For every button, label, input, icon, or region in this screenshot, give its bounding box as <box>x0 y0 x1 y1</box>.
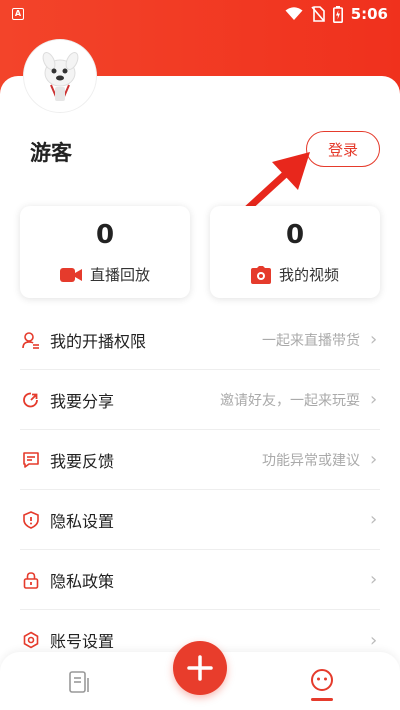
menu-hint: 一起来直播带货 <box>262 332 360 349</box>
replay-count: 0 <box>95 220 115 250</box>
user-permission-icon <box>20 329 42 351</box>
lock-icon <box>20 569 42 591</box>
my-videos-stat[interactable]: 0 我的视频 <box>210 206 380 298</box>
chevron-right-icon: › <box>370 389 378 410</box>
menu-item-feedback[interactable]: 我要反馈 功能异常或建议 › <box>20 430 380 490</box>
chevron-right-icon: › <box>370 329 378 350</box>
settings-menu: 我的开播权限 一起来直播带货 › 我要分享 邀请好友，一起来玩耍 › 我要反馈 … <box>20 310 380 670</box>
username: 游客 <box>30 141 72 165</box>
avatar[interactable] <box>24 40 96 112</box>
tab-profile[interactable] <box>309 668 335 701</box>
feedback-icon <box>20 449 42 471</box>
app-notification-icon: A <box>12 8 24 20</box>
tab-content[interactable] <box>68 670 92 698</box>
battery-icon <box>332 5 343 23</box>
video-camera-icon <box>59 267 82 282</box>
menu-label: 隐私设置 <box>50 511 115 531</box>
shield-icon <box>20 509 42 531</box>
menu-label: 我要反馈 <box>50 451 115 471</box>
active-tab-indicator <box>311 698 333 701</box>
menu-label: 隐私政策 <box>50 571 115 591</box>
plus-icon <box>187 655 213 681</box>
status-bar: A 5:06 <box>0 0 400 30</box>
create-button[interactable] <box>173 641 227 695</box>
replay-label: 直播回放 <box>89 266 150 284</box>
mascot-avatar-icon <box>42 52 79 101</box>
menu-hint: 功能异常或建议 <box>262 452 360 469</box>
wifi-icon <box>285 7 303 20</box>
clock: 5:06 <box>350 5 388 23</box>
menu-item-privacy-settings[interactable]: 隐私设置 › <box>20 490 380 550</box>
profile-face-icon <box>311 669 333 691</box>
menu-hint: 邀请好友，一起来玩耍 <box>220 392 360 409</box>
account-settings-icon <box>20 629 42 651</box>
menu-item-share[interactable]: 我要分享 邀请好友，一起来玩耍 › <box>20 370 380 430</box>
camera-icon <box>250 265 271 284</box>
chevron-right-icon: › <box>370 569 378 590</box>
share-icon <box>20 389 42 411</box>
no-sim-icon <box>311 6 325 22</box>
my-videos-count: 0 <box>285 220 305 250</box>
chevron-right-icon: › <box>370 509 378 530</box>
document-icon <box>69 671 89 693</box>
chevron-right-icon: › <box>370 629 378 651</box>
menu-label: 我的开播权限 <box>50 331 147 351</box>
chevron-right-icon: › <box>370 449 378 470</box>
menu-item-privacy-policy[interactable]: 隐私政策 › <box>20 550 380 610</box>
replay-stat[interactable]: 0 直播回放 <box>20 206 190 298</box>
menu-label: 我要分享 <box>50 391 115 411</box>
menu-item-broadcast-permission[interactable]: 我的开播权限 一起来直播带货 › <box>20 310 380 370</box>
my-videos-label: 我的视频 <box>278 266 339 284</box>
